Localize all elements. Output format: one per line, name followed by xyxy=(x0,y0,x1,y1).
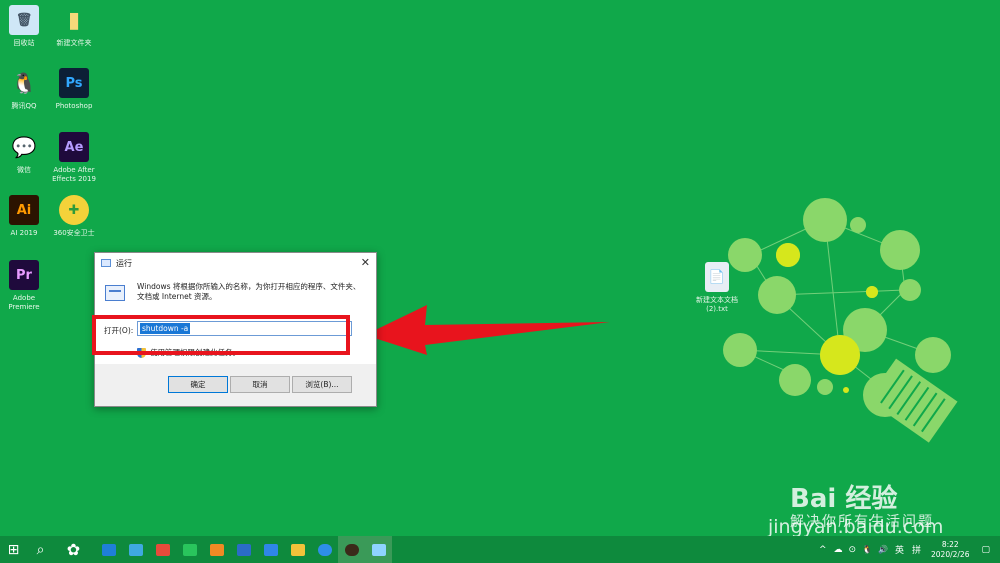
store-icon[interactable] xyxy=(149,536,176,563)
watermark-url: jingyan.baidu.com xyxy=(768,516,944,538)
wechat-icon: 💬 xyxy=(9,132,39,162)
browser-icon[interactable] xyxy=(311,536,338,563)
network-app-icon[interactable] xyxy=(122,536,149,563)
run-app-icon xyxy=(101,259,111,267)
360-security-icon: ✚ xyxy=(59,195,89,225)
run-dialog-title: 运行 xyxy=(116,258,132,268)
desktop-icon-label: 回收站 xyxy=(13,39,35,47)
mail-icon[interactable] xyxy=(257,536,284,563)
desktop-icon-text-document[interactable]: 📄 新建文本文档 (2).txt xyxy=(694,262,740,314)
desktop-icon-label: 360安全卫士 xyxy=(53,229,95,237)
desktop-icon-label: Photoshop xyxy=(55,102,93,110)
tray-caret-icon[interactable]: ^ xyxy=(819,545,827,555)
annotation-highlight-box xyxy=(92,315,350,355)
wechat-taskbar-icon[interactable] xyxy=(176,536,203,563)
desktop-icon-qq[interactable]: 🐧 腾讯QQ xyxy=(0,68,48,111)
volume-icon[interactable]: 🔊 xyxy=(878,545,888,554)
run-dialog-titlebar[interactable]: 运行 xyxy=(95,253,376,273)
ime-mode-indicator[interactable]: 拼 xyxy=(912,543,921,556)
close-icon[interactable]: ✕ xyxy=(361,256,370,269)
browse-button[interactable]: 浏览(B)... xyxy=(292,376,352,393)
notification-icon[interactable]: ▢ xyxy=(981,545,990,555)
desktop-icon-photoshop[interactable]: Ps Photoshop xyxy=(50,68,98,111)
cancel-button[interactable]: 取消 xyxy=(230,376,290,393)
desktop-icon-label: 新建文本文档 (2).txt xyxy=(696,296,738,313)
recycle-bin-icon: 🗑 xyxy=(9,5,39,35)
desktop-icon-new-folder[interactable]: ▮ 新建文件夹 xyxy=(50,5,98,48)
system-tray: ^ ☁ ⊙ 🐧 🔊 英 拼 8:22 2020/2/26 ▢ xyxy=(815,536,1000,563)
after-effects-icon: Ae xyxy=(59,132,89,162)
annotation-arrow xyxy=(365,305,610,355)
start-icon[interactable]: ⊞ xyxy=(0,536,27,563)
desktop-icon-recycle-bin[interactable]: 🗑 回收站 xyxy=(0,5,48,48)
folder-icon: ▮ xyxy=(59,5,89,35)
wallpaper-bulb-graphic xyxy=(723,198,958,443)
fan-icon[interactable]: ✿ xyxy=(60,536,87,563)
run-dialog-footer: 确定 取消 浏览(B)... xyxy=(95,364,376,406)
folder-taskbar-icon[interactable] xyxy=(284,536,311,563)
run-program-icon xyxy=(105,285,125,301)
illustrator-icon: Ai xyxy=(9,195,39,225)
desktop-icon-premiere[interactable]: Pr Adobe Premiere xyxy=(0,260,48,312)
docs-icon[interactable] xyxy=(230,536,257,563)
cloud-icon[interactable]: ☁ xyxy=(834,545,843,555)
photo-icon[interactable] xyxy=(203,536,230,563)
run-description: Windows 将根据你所输入的名称，为你打开相应的程序、文件夹、文档或 Int… xyxy=(137,282,361,301)
camera-icon[interactable] xyxy=(338,536,365,563)
desktop-icon-label: Adobe Premiere xyxy=(8,294,40,311)
edge-icon[interactable] xyxy=(95,536,122,563)
desktop-icon-after-effects[interactable]: Ae Adobe After Effects 2019 xyxy=(50,132,98,184)
network-icon[interactable]: ⊙ xyxy=(849,545,857,555)
premiere-icon: Pr xyxy=(9,260,39,290)
qq-icon: 🐧 xyxy=(9,68,39,98)
desktop-icon-360[interactable]: ✚ 360安全卫士 xyxy=(50,195,98,238)
desktop-icon-label: Adobe After Effects 2019 xyxy=(52,166,96,183)
search-icon[interactable]: ⌕ xyxy=(27,536,54,563)
ok-button[interactable]: 确定 xyxy=(168,376,228,393)
desktop-icon-label: 腾讯QQ xyxy=(11,102,37,110)
desktop-icon-wechat[interactable]: 💬 微信 xyxy=(0,132,48,175)
qq-tray-icon[interactable]: 🐧 xyxy=(862,545,872,554)
clock[interactable]: 8:22 2020/2/26 xyxy=(931,540,969,560)
run-taskbar-icon[interactable] xyxy=(365,536,392,563)
clock-date: 2020/2/26 xyxy=(931,549,970,559)
taskbar: ⊞ ⌕ ✿ ^ ☁ ⊙ 🐧 🔊 英 拼 8:22 2020/2/26 ▢ xyxy=(0,536,1000,563)
text-document-icon: 📄 xyxy=(705,262,729,292)
desktop-icon-label: AI 2019 xyxy=(10,229,38,237)
desktop-icon-illustrator[interactable]: Ai AI 2019 xyxy=(0,195,48,238)
clock-time: 8:22 xyxy=(941,539,959,549)
desktop-icon-label: 新建文件夹 xyxy=(56,39,92,47)
watermark-logo: Bai 经验 xyxy=(790,484,898,514)
photoshop-icon: Ps xyxy=(59,68,89,98)
desktop-icon-label: 微信 xyxy=(17,166,31,174)
ime-indicator[interactable]: 英 xyxy=(895,543,904,556)
